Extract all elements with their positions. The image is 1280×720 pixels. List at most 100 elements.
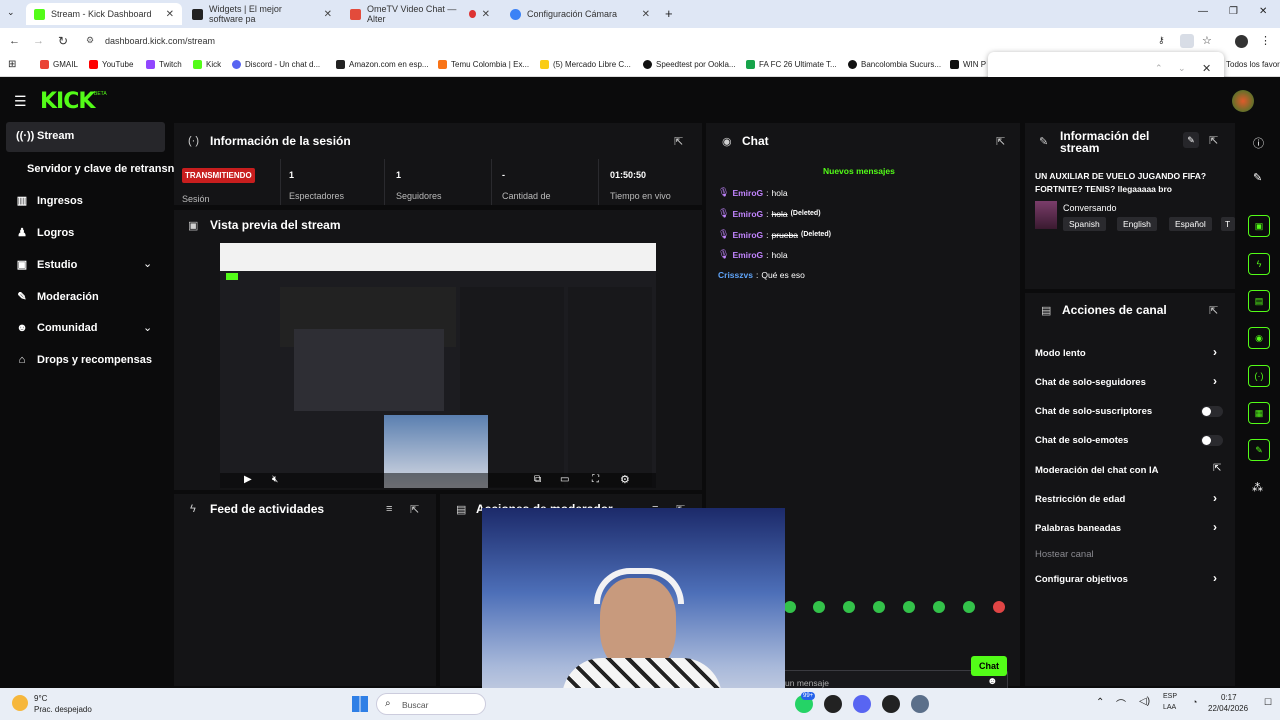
tab-widgets[interactable]: Widgets | El mejor software pa ✕: [184, 3, 340, 25]
close-tab-icon[interactable]: ✕: [642, 9, 650, 20]
mute-icon[interactable]: 🔇︎: [272, 474, 278, 485]
forward-icon[interactable]: →: [33, 35, 44, 47]
sidebar-item-estudio[interactable]: ▣ Estudio: [16, 258, 78, 272]
notifications-icon[interactable]: ☐: [1264, 697, 1272, 708]
bookmark-twitch[interactable]: Twitch: [146, 60, 182, 69]
close-tab-icon[interactable]: ✕: [324, 9, 332, 20]
rail-grid-icon[interactable]: ⁂: [1252, 481, 1263, 494]
sidebar-item-comunidad[interactable]: ☻ Comunidad: [16, 322, 97, 334]
settings-gear-icon[interactable]: [911, 695, 929, 713]
bookmark-bancolombia[interactable]: Bancolombia Sucurs...: [848, 60, 941, 69]
bookmark-amazon[interactable]: Amazon.com en esp...: [336, 60, 429, 69]
chevron-down-icon[interactable]: ⌄: [143, 257, 152, 270]
chat-username[interactable]: EmiroG: [732, 230, 763, 240]
action-followers-only[interactable]: Chat de solo-seguidores: [1035, 377, 1146, 388]
chevron-right-icon[interactable]: ›: [1213, 571, 1217, 585]
tag-chip[interactable]: Español: [1169, 217, 1212, 231]
rail-list-icon[interactable]: ▤: [1248, 290, 1270, 312]
chevron-down-icon[interactable]: ⌄: [143, 321, 152, 334]
tag-chip[interactable]: Spanish: [1063, 217, 1106, 231]
subscribers-only-toggle[interactable]: [1201, 406, 1223, 417]
rail-panel-icon[interactable]: ▦: [1248, 402, 1270, 424]
external-link-icon[interactable]: ⇱: [1213, 463, 1221, 474]
tag-chip[interactable]: English: [1117, 217, 1157, 231]
reload-icon[interactable]: ↻: [58, 34, 68, 48]
action-host-channel[interactable]: Hostear canal: [1035, 549, 1094, 560]
action-slow-mode[interactable]: Modo lento: [1035, 348, 1086, 359]
bookmark-gmail[interactable]: GMAIL: [40, 60, 78, 69]
settings-gear-icon[interactable]: ⚙: [620, 473, 630, 486]
bookmark-youtube[interactable]: YouTube: [89, 60, 133, 69]
emote-icon[interactable]: [933, 601, 945, 613]
emotes-only-toggle[interactable]: [1201, 435, 1223, 446]
wifi-icon[interactable]: ◔: [1192, 697, 1197, 707]
bookmark-fc26[interactable]: FA FC 26 Ultimate T...: [746, 60, 837, 69]
minimize-icon[interactable]: —: [1198, 6, 1208, 17]
tray-up-icon[interactable]: ⌃: [1096, 697, 1104, 708]
chat-username[interactable]: EmiroG: [732, 209, 763, 219]
chat-username[interactable]: Crisszvs: [718, 270, 753, 280]
chevron-right-icon[interactable]: ›: [1213, 345, 1217, 359]
chrome-icon[interactable]: [882, 695, 900, 713]
site-info-icon[interactable]: ⚙: [86, 35, 94, 46]
maximize-icon[interactable]: ❐: [1229, 6, 1238, 17]
sidebar-item-drops[interactable]: ⌂ Drops y recompensas: [16, 354, 152, 366]
bookmark-discord[interactable]: Discord - Un chat d...: [232, 60, 320, 69]
apps-grid-icon[interactable]: ⊞: [8, 59, 16, 70]
pip-icon[interactable]: ⧉: [534, 474, 541, 485]
rail-stream-icon[interactable]: ▣: [1248, 215, 1270, 237]
chatgpt-icon[interactable]: [824, 695, 842, 713]
volume-icon[interactable]: ◁): [1139, 696, 1150, 707]
rail-wrench-icon[interactable]: ✎: [1248, 439, 1270, 461]
page-icon[interactable]: [1180, 34, 1194, 48]
close-find-icon[interactable]: ✕: [1202, 62, 1211, 75]
popout-icon[interactable]: ⇱: [996, 135, 1005, 148]
action-banned-words[interactable]: Palabras baneadas: [1035, 523, 1121, 534]
chat-username[interactable]: EmiroG: [732, 188, 763, 198]
tab-camera-config[interactable]: Configuración Cámara ✕: [502, 3, 658, 25]
close-tab-icon[interactable]: ✕: [166, 9, 174, 20]
back-icon[interactable]: ←: [9, 35, 20, 47]
tab-ometv[interactable]: OmeTV Video Chat — Alter ✕: [342, 3, 498, 25]
tab-list-icon[interactable]: ⌄: [7, 7, 15, 18]
chevron-right-icon[interactable]: ›: [1213, 491, 1217, 505]
emote-icon[interactable]: [784, 601, 796, 613]
emote-icon[interactable]: [873, 601, 885, 613]
chevron-right-icon[interactable]: ›: [1213, 374, 1217, 388]
bookmark-star-icon[interactable]: ☆: [1202, 34, 1212, 47]
find-next-icon[interactable]: ⌄: [1178, 63, 1186, 74]
play-icon[interactable]: ▶: [244, 474, 252, 485]
emote-icon[interactable]: [843, 601, 855, 613]
discord-icon[interactable]: [853, 695, 871, 713]
bookmark-temu[interactable]: Temu Colombia | Ex...: [438, 60, 529, 69]
all-bookmarks[interactable]: Todos los favoritos: [1226, 60, 1280, 69]
rail-lightning-icon[interactable]: ϟ: [1248, 253, 1270, 275]
clock-date[interactable]: 22/04/2026: [1208, 704, 1248, 713]
popout-icon[interactable]: ⇱: [1209, 304, 1218, 317]
edit-icon[interactable]: ✎: [1253, 171, 1262, 184]
clock-time[interactable]: 0:17: [1221, 693, 1237, 702]
language-code[interactable]: ESP: [1163, 693, 1177, 700]
profile-avatar[interactable]: [1235, 35, 1248, 48]
tab-kick-dashboard[interactable]: Stream - Kick Dashboard ✕: [26, 3, 182, 25]
popout-icon[interactable]: ⇱: [674, 135, 683, 148]
network-icon[interactable]: ⌒: [1116, 696, 1126, 711]
rail-chat-icon[interactable]: ◉: [1248, 327, 1270, 349]
language-region[interactable]: LAA: [1163, 704, 1176, 711]
menu-dots-icon[interactable]: ⋮: [1260, 34, 1271, 47]
find-prev-icon[interactable]: ⌃: [1155, 63, 1163, 74]
bookmark-speedtest[interactable]: Speedtest por Ookla...: [643, 60, 736, 69]
bookmark-mercadolibre[interactable]: (5) Mercado Libre C...: [540, 60, 631, 69]
stream-preview-video[interactable]: ▶ 🔇︎ ⧉ ▭ ⛶ ⚙: [220, 243, 656, 488]
chat-username[interactable]: EmiroG: [732, 250, 763, 260]
bookmark-kick[interactable]: Kick: [193, 60, 221, 69]
fullscreen-icon[interactable]: ⛶: [592, 474, 599, 485]
info-icon[interactable]: ⓘ: [1253, 135, 1264, 151]
windows-start-icon[interactable]: [352, 696, 368, 712]
sidebar-item-logros[interactable]: ♟ Logros: [16, 226, 74, 240]
weather-icon[interactable]: [12, 695, 28, 711]
emote-icon[interactable]: [813, 601, 825, 613]
emote-icon[interactable]: [903, 601, 915, 613]
key-icon[interactable]: ⚷: [1158, 35, 1165, 46]
popout-icon[interactable]: ⇱: [1209, 134, 1218, 147]
